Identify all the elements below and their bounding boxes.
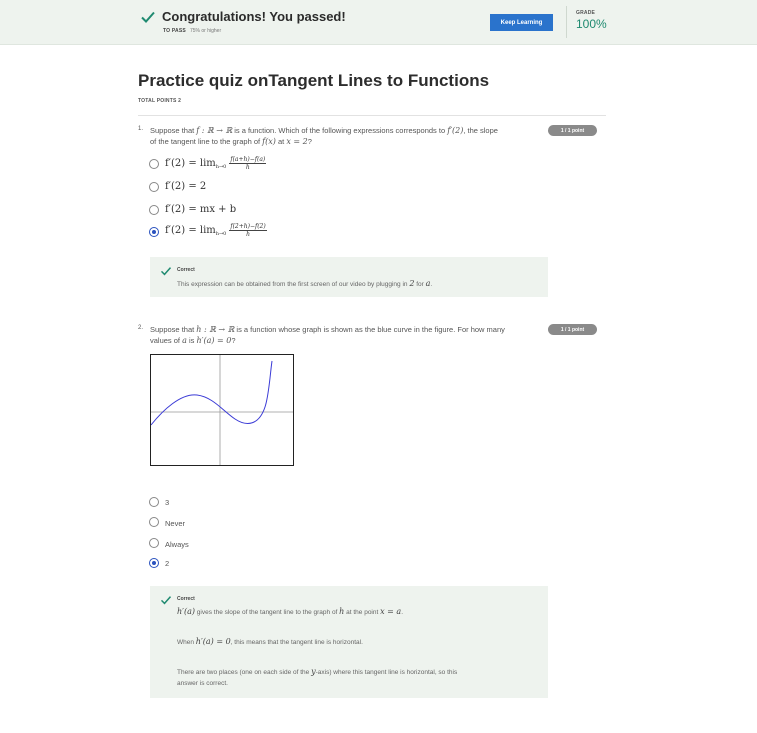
points-badge: 1 / 1 point bbox=[548, 125, 597, 136]
feedback-text-part: There are two places (one on each side o… bbox=[177, 669, 312, 676]
feedback-math: x = a bbox=[380, 607, 402, 616]
to-pass-value: 75% or higher bbox=[190, 28, 222, 34]
feedback-text-part: , this means that the tangent line is ho… bbox=[230, 639, 363, 646]
option-math-sub: h→0 bbox=[215, 164, 227, 170]
option-label[interactable]: Always bbox=[165, 540, 189, 549]
divider bbox=[138, 115, 606, 116]
fraction: f(a+h)−f(a) h bbox=[229, 156, 267, 171]
q1-text-part: , the slope bbox=[463, 126, 498, 135]
question-number: 2. bbox=[138, 325, 144, 331]
feedback-text-part: . bbox=[401, 609, 403, 616]
q2-text-part: values of bbox=[150, 336, 183, 345]
feedback-text-part: for bbox=[414, 281, 426, 288]
q1-math: x = 2 bbox=[286, 137, 308, 146]
feedback-math: h′(a) bbox=[177, 607, 195, 616]
function-graph bbox=[150, 354, 294, 466]
feedback-label: Correct bbox=[177, 267, 195, 273]
option-label[interactable]: f′(2) = limh→0 f(a+h)−f(a) h bbox=[165, 156, 267, 171]
q1-math: f : ℝ → ℝ bbox=[196, 126, 233, 135]
option-radio[interactable] bbox=[149, 517, 159, 527]
feedback-text: This expression can be obtained from the… bbox=[177, 278, 537, 290]
feedback-text-part: -axis) where this tangent line is horizo… bbox=[315, 669, 458, 676]
q2-text-part: Suppose that bbox=[150, 325, 197, 334]
page-title: Practice quiz onTangent Lines to Functio… bbox=[138, 71, 490, 90]
q1-text-part: of the tangent line to the graph of bbox=[150, 137, 263, 146]
feedback-text: h′(a) gives the slope of the tangent lin… bbox=[177, 606, 537, 618]
q1-math: f′(2) bbox=[447, 126, 464, 135]
feedback-label: Correct bbox=[177, 596, 195, 602]
option-label[interactable]: 3 bbox=[165, 498, 169, 507]
feedback-box: Correct This expression can be obtained … bbox=[150, 257, 548, 297]
option-label[interactable]: 2 bbox=[165, 559, 169, 568]
total-points: TOTAL POINTS 2 bbox=[138, 98, 182, 104]
q2-math: h : ℝ → ℝ bbox=[196, 325, 235, 334]
blue-curve bbox=[150, 360, 273, 426]
feedback-text: When h′(a) = 0, this means that the tang… bbox=[177, 636, 537, 648]
q2-math: h′(a) = 0 bbox=[196, 336, 232, 345]
q2-text-part: is a function whose graph is shown as th… bbox=[234, 325, 505, 334]
q1-text-part: at bbox=[275, 137, 287, 146]
q1-text-part: is a function. Which of the following ex… bbox=[232, 126, 448, 135]
option-math: f′(2) = lim bbox=[165, 158, 216, 169]
option-radio-selected[interactable] bbox=[149, 227, 159, 237]
feedback-text-part: answer is correct. bbox=[177, 680, 228, 687]
feedback-math: h′(a) = 0 bbox=[195, 637, 231, 646]
banner-title: Congratulations! You passed! bbox=[162, 9, 346, 24]
option-label[interactable]: f′(2) = limh→0 f(2+h)−f(2) h bbox=[165, 223, 267, 238]
q1-math: f(x) bbox=[262, 137, 276, 146]
feedback-text: There are two places (one on each side o… bbox=[177, 666, 537, 689]
fraction-numerator: f(a+h)−f(a) bbox=[229, 156, 267, 164]
points-badge: 1 / 1 point bbox=[548, 324, 597, 335]
option-radio-selected[interactable] bbox=[149, 558, 159, 568]
fraction-denominator: h bbox=[246, 231, 250, 238]
feedback-text-part: gives the slope of the tangent line to t… bbox=[194, 609, 340, 616]
check-icon bbox=[160, 267, 172, 276]
option-radio[interactable] bbox=[149, 182, 159, 192]
option-math-sub: h→0 bbox=[215, 231, 227, 237]
q1-text-part: Suppose that bbox=[150, 126, 197, 135]
question-number: 1. bbox=[138, 126, 144, 132]
option-radio[interactable] bbox=[149, 497, 159, 507]
option-radio[interactable] bbox=[149, 205, 159, 215]
option-label[interactable]: f′(2) = 2 bbox=[165, 181, 206, 192]
option-radio[interactable] bbox=[149, 538, 159, 548]
question-2-text: Suppose that h : ℝ → ℝ is a function who… bbox=[150, 324, 550, 346]
grade-value: 100% bbox=[576, 17, 607, 31]
divider bbox=[566, 6, 567, 38]
result-banner: Congratulations! You passed! TO PASS 75%… bbox=[0, 0, 757, 45]
option-label[interactable]: f′(2) = mx + b bbox=[165, 204, 236, 215]
q1-text-part: ? bbox=[307, 137, 312, 146]
feedback-text-part: at the point bbox=[344, 609, 381, 616]
feedback-text-part: . bbox=[430, 281, 433, 288]
q2-text-part: ? bbox=[231, 336, 236, 345]
check-icon bbox=[160, 596, 172, 605]
feedback-text-part: When bbox=[177, 639, 196, 646]
fraction-numerator: f(2+h)−f(2) bbox=[229, 223, 267, 231]
feedback-text-part: This expression can be obtained from the… bbox=[177, 281, 410, 288]
graph-svg bbox=[150, 355, 293, 465]
question-1-text: Suppose that f : ℝ → ℝ is a function. Wh… bbox=[150, 125, 550, 147]
check-icon bbox=[141, 11, 155, 23]
option-math: f′(2) = lim bbox=[165, 225, 216, 236]
fraction-denominator: h bbox=[245, 164, 250, 171]
to-pass-label: TO PASS bbox=[163, 28, 186, 34]
fraction: f(2+h)−f(2) h bbox=[229, 223, 267, 238]
option-label[interactable]: Never bbox=[165, 519, 185, 528]
keep-learning-button[interactable]: Keep Learning bbox=[490, 14, 553, 31]
grade-label: GRADE bbox=[576, 10, 596, 16]
option-radio[interactable] bbox=[149, 159, 159, 169]
feedback-box: Correct h′(a) gives the slope of the tan… bbox=[150, 586, 548, 698]
